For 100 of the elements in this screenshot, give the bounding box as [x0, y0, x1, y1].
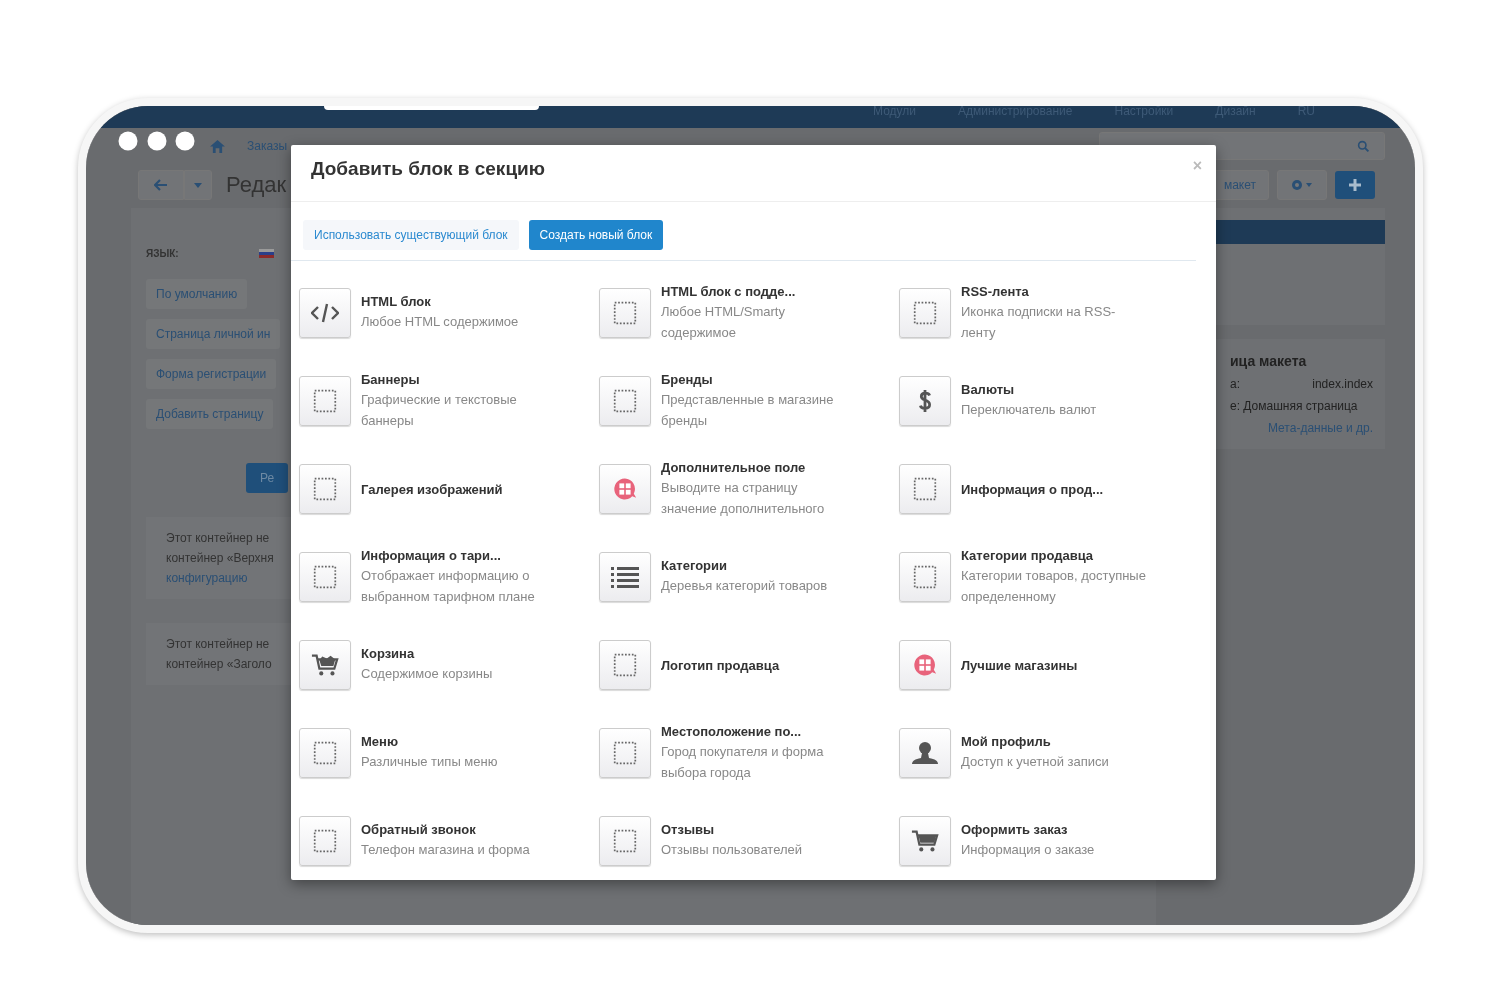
block-description: Любое HTML/Smarty содержимое — [661, 302, 786, 342]
block-icon-tile[interactable] — [599, 288, 651, 338]
block-title[interactable]: Баннеры — [361, 371, 546, 387]
property-value: index.index — [1312, 377, 1373, 391]
block-description: Город покупателя и форма выбора города — [661, 742, 825, 782]
block-icon-tile[interactable] — [299, 728, 351, 778]
block-icon-tile[interactable] — [899, 288, 951, 338]
list-icon — [611, 565, 639, 589]
dotted-square-icon — [311, 477, 339, 501]
settings-button[interactable] — [1277, 170, 1327, 200]
search-icon — [1357, 139, 1370, 153]
language-label: ЯЗЫК: — [146, 248, 179, 259]
block-title[interactable]: Валюты — [961, 382, 1146, 397]
block-description: Представленные в магазине бренды — [661, 390, 835, 430]
block-title[interactable]: Категории продавца — [961, 547, 1146, 563]
block-title[interactable]: Логотип продавца — [661, 657, 846, 673]
gear-icon — [1290, 178, 1314, 192]
block-description: Графические и текстовые баннеры — [361, 390, 518, 430]
block-title[interactable]: RSS-лента — [961, 283, 1146, 299]
block-title[interactable]: Обратный звонок — [361, 822, 546, 837]
block-description: Любое HTML содержимое — [361, 313, 520, 331]
block-icon-tile[interactable] — [299, 640, 351, 690]
dotted-square-icon — [311, 829, 339, 853]
block-title[interactable]: Меню — [361, 734, 546, 749]
block-icon-tile[interactable] — [299, 552, 351, 602]
back-button[interactable] — [138, 170, 184, 200]
dotted-square-icon — [611, 389, 639, 413]
dotted-square-icon — [611, 829, 639, 853]
dotted-square-icon — [611, 301, 639, 325]
block-icon-tile[interactable] — [899, 816, 951, 866]
dropdown-button[interactable] — [184, 170, 212, 200]
addon-icon — [911, 653, 939, 677]
block-icon-tile[interactable] — [899, 640, 951, 690]
block-title[interactable]: Дополнительное поле — [661, 459, 846, 475]
block-description: Отображает информацию о выбранном тарифном плане — [361, 566, 536, 606]
block-icon-tile[interactable] — [299, 464, 351, 514]
block-title[interactable]: Категории — [661, 558, 846, 573]
caret-icon — [194, 182, 202, 188]
add-button[interactable] — [1335, 171, 1375, 199]
block-icon-tile[interactable] — [599, 552, 651, 602]
block-description: Различные типы меню — [361, 753, 499, 771]
block-description: Категории товаров, доступные определенному — [961, 566, 1146, 606]
block-icon-tile[interactable] — [899, 728, 951, 778]
block-title[interactable]: Бренды — [661, 371, 846, 387]
block-description: Доступ к учетной записи — [961, 753, 1110, 771]
block-icon-tile[interactable] — [899, 376, 951, 426]
block-title[interactable]: Информация о тари... — [361, 547, 546, 563]
user-icon — [911, 741, 939, 765]
dotted-square-icon — [611, 653, 639, 677]
property-label: е: Домашняя страница — [1230, 399, 1358, 413]
block-title[interactable]: Информация о прод... — [961, 481, 1146, 497]
cart-icon — [911, 829, 939, 853]
arrow-left-icon — [154, 179, 168, 191]
block-description: Деревья категорий товаров — [661, 577, 829, 595]
page-title: Редак — [226, 172, 287, 198]
block-icon-tile[interactable] — [299, 288, 351, 338]
note-text: Этот контейнер не — [166, 637, 270, 651]
block-icon-tile[interactable] — [899, 552, 951, 602]
block-title[interactable]: Местоположение по... — [661, 723, 846, 739]
home-icon[interactable] — [210, 139, 225, 153]
block-title[interactable]: Оформить заказ — [961, 822, 1146, 837]
dotted-square-icon — [311, 389, 339, 413]
tab[interactable]: Использовать существующий блок — [303, 220, 519, 250]
dotted-square-icon — [911, 477, 939, 501]
block-icon-tile[interactable] — [599, 640, 651, 690]
block-icon-tile[interactable] — [899, 464, 951, 514]
block-description: Телефон магазина и форма — [361, 841, 531, 859]
dollar-icon — [917, 389, 933, 413]
block-description: Иконка подписки на RSS-ленту — [961, 302, 1117, 342]
dotted-square-icon — [611, 741, 639, 765]
block-description: Выводите на страницу значение дополнительного — [661, 478, 826, 518]
block-description: Содержимое корзины — [361, 665, 494, 683]
block-description: Переключатель валют — [961, 401, 1098, 419]
block-title[interactable]: HTML блок — [361, 294, 546, 309]
property-label: а: — [1230, 377, 1240, 391]
plus-icon — [1349, 179, 1361, 191]
block-icon-tile[interactable] — [599, 376, 651, 426]
block-title[interactable]: Галерея изображений — [361, 481, 546, 497]
block-title[interactable]: Корзина — [361, 646, 546, 661]
block-title[interactable]: Отзывы — [661, 822, 846, 837]
dialog-title: Добавить блок в секцию — [311, 158, 545, 180]
block-icon-tile[interactable] — [599, 464, 651, 514]
flag-icon[interactable] — [258, 249, 274, 258]
addon-icon — [611, 477, 639, 501]
note-text: контейнер «Верхня — [166, 551, 274, 565]
dotted-square-icon — [311, 565, 339, 589]
dotted-square-icon — [911, 565, 939, 589]
note-text: Этот контейнер не — [166, 531, 270, 545]
block-description: Отзывы пользователей — [661, 841, 803, 859]
panel-title: ица макета — [1230, 353, 1308, 369]
cart-icon — [311, 653, 339, 677]
code-icon — [311, 301, 339, 325]
block-title[interactable]: HTML блок с подде... — [661, 283, 846, 299]
tab[interactable]: Создать новый блок — [528, 220, 664, 250]
block-title[interactable]: Лучшие магазины — [961, 657, 1146, 673]
block-icon-tile[interactable] — [299, 816, 351, 866]
block-icon-tile[interactable] — [299, 376, 351, 426]
block-icon-tile[interactable] — [599, 728, 651, 778]
block-icon-tile[interactable] — [599, 816, 651, 866]
block-title[interactable]: Мой профиль — [961, 734, 1146, 749]
